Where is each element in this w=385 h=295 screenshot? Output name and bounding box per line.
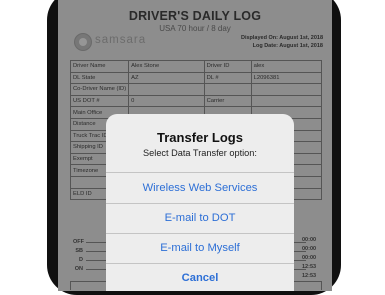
table-cell-value [250,94,323,108]
log-subtitle: USA 70 hour / 8 day [159,24,231,33]
dialog-subtitle: Select Data Transfer option: [143,148,257,158]
table-cell-label: Carrier [203,94,252,108]
wireless-web-services-button[interactable]: Wireless Web Services [106,172,294,203]
dialog-header: Transfer Logs Select Data Transfer optio… [106,114,294,172]
status-d-label: D [79,257,83,263]
log-header: DRIVER'S DAILY LOG USA 70 hour / 8 day s… [58,0,332,58]
table-cell-label [203,83,252,96]
table-cell-label: DL # [203,71,252,85]
transfer-logs-dialog: Transfer Logs Select Data Transfer optio… [106,114,294,291]
table-row: Driver Name Alex Stone Driver ID alex [69,60,323,73]
table-cell-label: Co-Driver Name (ID) [69,83,130,96]
total-sb: 00:00 [302,246,317,252]
dialog-title: Transfer Logs [157,130,243,145]
total-d: 00:00 [302,255,317,261]
table-cell-label: US DOT # [69,94,130,108]
status-off-label: OFF [73,239,84,245]
table-cell-label: Driver ID [203,60,252,73]
table-row: Co-Driver Name (ID) [69,83,323,96]
total-sum: 12:53 [302,273,317,279]
table-cell-label: Driver Name [69,60,130,73]
table-cell-value: 0 [128,94,205,108]
displayed-on-date: Displayed On: August 1st, 2018 [240,35,323,41]
log-date: Log Date: August 1st, 2018 [252,43,323,49]
email-to-myself-button[interactable]: E-mail to Myself [106,233,294,263]
total-off: 00:00 [302,237,317,243]
cancel-button[interactable]: Cancel [106,263,294,291]
table-cell-value [128,83,205,96]
log-dates: Displayed On: August 1st, 2018 Log Date:… [241,34,323,50]
log-title: DRIVER'S DAILY LOG [128,9,262,23]
table-row: DL State AZ DL # L2096381 [69,71,323,85]
status-sb-label: SB [75,248,83,254]
table-cell-value [250,83,323,96]
table-cell-value: Alex Stone [128,60,205,73]
table-cell-value: AZ [128,71,205,85]
table-cell-value: alex [250,60,323,73]
table-row: US DOT #0 Carrier [69,94,323,108]
email-to-dot-button[interactable]: E-mail to DOT [106,203,294,233]
samsara-logo-icon [74,33,92,51]
total-on: 12:53 [302,264,317,270]
samsara-logo-text: samsara [95,34,147,46]
table-cell-label: DL State [69,71,130,85]
status-on-label: ON [74,266,83,272]
table-cell-value: L2096381 [250,71,323,85]
